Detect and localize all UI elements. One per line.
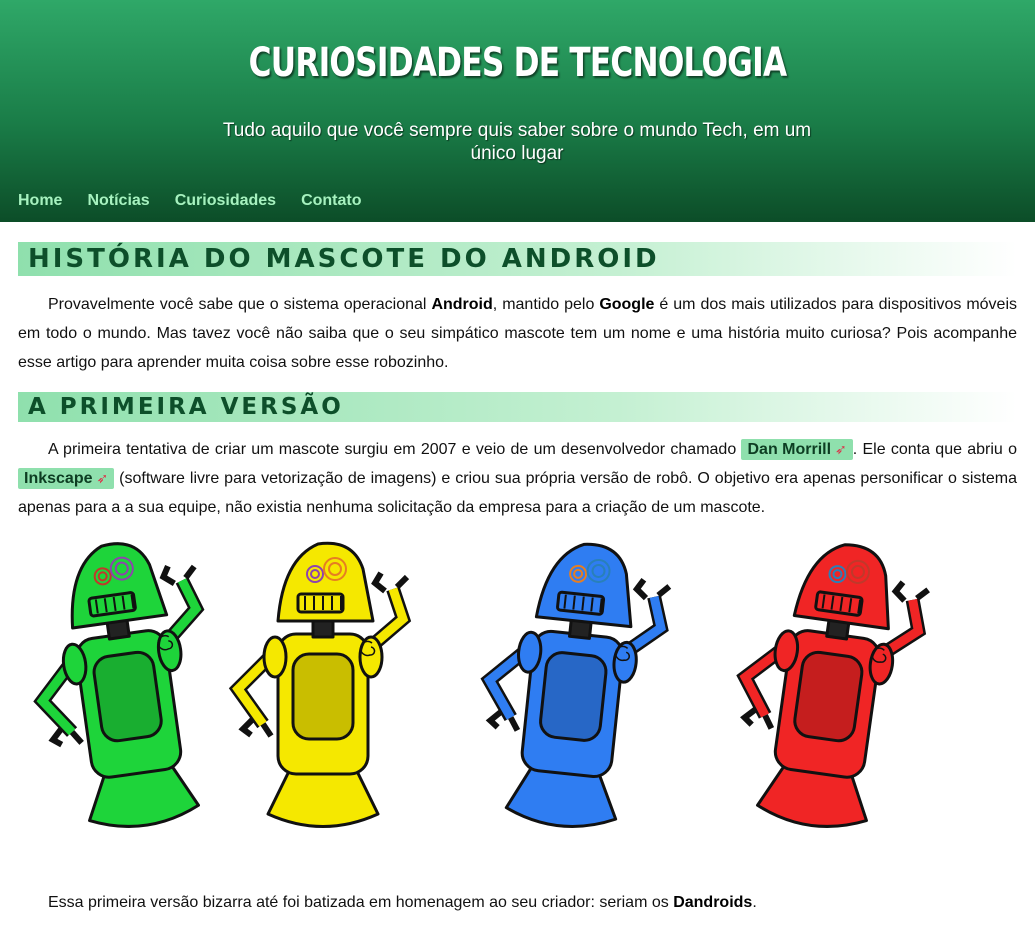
paragraph-text: . Ele conta que abriu o	[852, 441, 1017, 458]
link-label: Inkscape	[24, 470, 93, 487]
nav-contato[interactable]: Contato	[301, 192, 361, 210]
inkscape-link[interactable]: Inkscape ➶	[18, 468, 115, 489]
site-title: CURIOSIDADES DE TECNOLOGIA	[248, 40, 787, 86]
robot-figure	[736, 543, 930, 828]
dan-morrill-link[interactable]: Dan Morrill ➶	[741, 439, 853, 460]
heading-mascot-history: História do mascote do Android	[18, 242, 1017, 276]
robot-figure	[33, 542, 205, 828]
robot-figure	[480, 542, 672, 828]
first-version-paragraph: A primeira tentativa de criar um mascote…	[18, 435, 1017, 522]
intro-paragraph: Provavelmente você sabe que o sistema op…	[18, 290, 1017, 377]
google-bold: Google	[599, 296, 655, 313]
rocket-icon: ➶	[96, 470, 109, 486]
link-label: Dan Morrill	[747, 441, 832, 458]
paragraph-text: (software livre para vetorização de imag…	[18, 470, 1017, 516]
rocket-icon: ➶	[835, 441, 847, 457]
nav-curiosidades[interactable]: Curiosidades	[175, 192, 276, 210]
paragraph-text: .	[752, 894, 757, 911]
android-bold: Android	[431, 296, 493, 313]
heading-first-version: A primeira versão	[18, 392, 1017, 422]
dandroids-image	[33, 541, 930, 828]
closing-paragraph: Essa primeira versão bizarra até foi bat…	[18, 888, 1017, 917]
main-nav: Home Notícias Curiosidades Contato	[18, 192, 362, 210]
site-subtitle: Tudo aquilo que você sempre quis saber s…	[222, 120, 812, 164]
site-header: CURIOSIDADES DE TECNOLOGIA Tudo aquilo q…	[0, 0, 1035, 222]
nav-noticias[interactable]: Notícias	[87, 192, 149, 210]
intro-text: Provavelmente você sabe que o sistema op…	[48, 296, 432, 313]
paragraph-text: A primeira tentativa de criar um mascote…	[48, 441, 742, 458]
intro-text: , mantido pelo	[492, 296, 600, 313]
nav-home[interactable]: Home	[18, 192, 62, 210]
dandroids-bold: Dandroids	[673, 894, 753, 911]
robot-figure	[228, 541, 412, 828]
paragraph-text: Essa primeira versão bizarra até foi bat…	[48, 894, 674, 911]
